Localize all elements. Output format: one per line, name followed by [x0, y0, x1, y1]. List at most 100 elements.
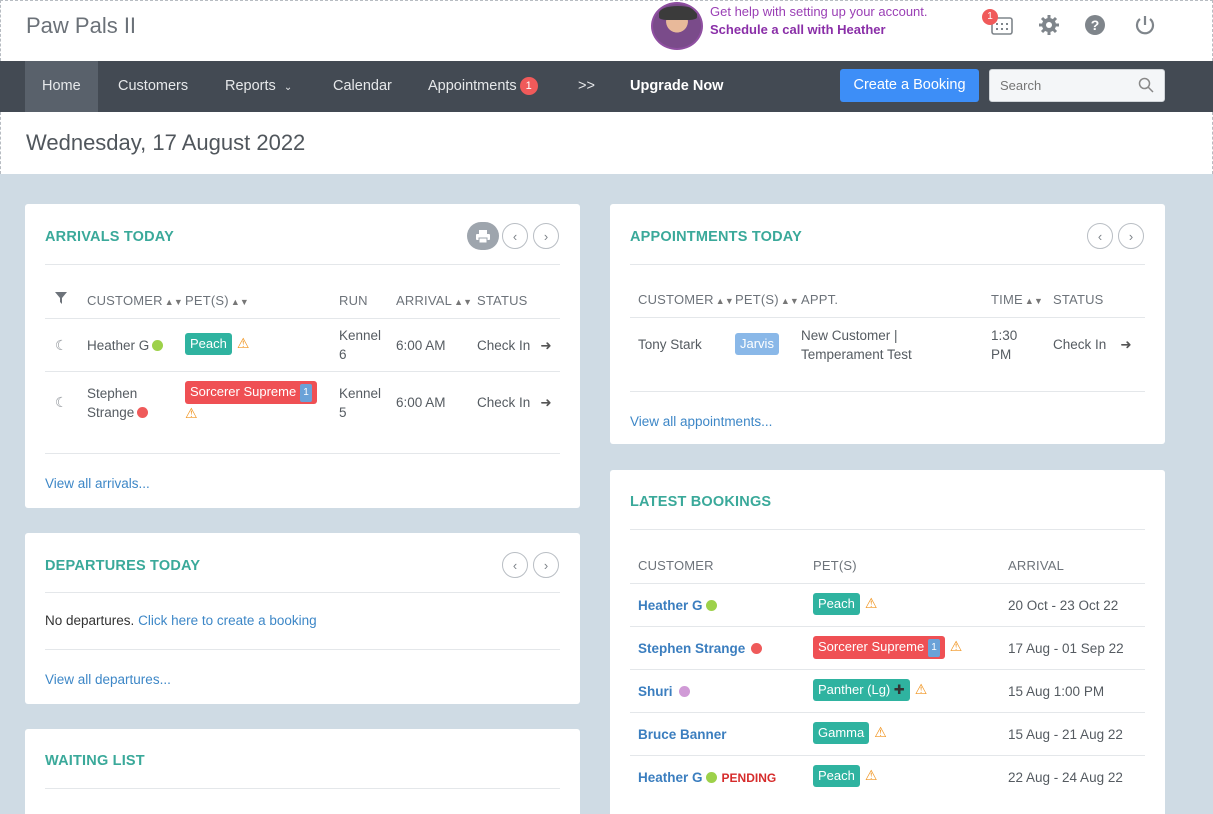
arrow-right-icon: ➜ — [540, 338, 552, 353]
col-pets[interactable]: PET(S) ▲▼ — [735, 292, 799, 307]
search-box — [989, 69, 1165, 102]
power-icon[interactable] — [1133, 13, 1157, 37]
nav-reports[interactable]: Reports ⌄ — [225, 61, 292, 112]
col-time-label: TIME — [991, 292, 1023, 307]
divider — [45, 788, 560, 789]
pet-badge[interactable]: Gamma — [813, 722, 870, 744]
check-in-button[interactable]: Check In ➜ — [477, 336, 552, 355]
booking-customer[interactable]: Shuri — [638, 682, 690, 701]
pet-cell: Jarvis — [735, 333, 779, 355]
col-pets[interactable]: PET(S) ▲▼ — [185, 293, 249, 308]
svg-text:?: ? — [1091, 17, 1100, 33]
status-dot — [705, 772, 717, 783]
col-arrival[interactable]: ARRIVAL ▲▼ — [396, 293, 472, 308]
no-departures-label: No departures. — [45, 613, 135, 628]
booking-customer[interactable]: Stephen Strange — [638, 639, 763, 658]
divider — [630, 264, 1145, 265]
appointments-title: APPOINTMENTS TODAY — [630, 229, 802, 245]
top-bar: Paw Pals II Get help with setting up you… — [0, 0, 1213, 61]
check-in-button[interactable]: Check In ➜ — [477, 393, 552, 412]
pet-badge[interactable]: Sorcerer Supreme 1 — [813, 636, 945, 659]
appointment-time: 1:30 PM — [991, 328, 1018, 362]
help-box[interactable]: Get help with setting up your account. S… — [651, 1, 928, 51]
col-arrival-label: ARRIVAL — [396, 293, 453, 308]
nav-customers[interactable]: Customers — [118, 61, 188, 112]
divider — [630, 583, 1145, 584]
divider — [630, 755, 1145, 756]
booking-customer-name: Stephen Strange — [638, 641, 746, 656]
print-icon[interactable] — [467, 222, 499, 250]
pet-cell: Panther (Lg) ✚ ⚠ — [813, 679, 927, 701]
main-nav: Home Customers Reports ⌄ Calendar Appoin… — [0, 61, 1213, 112]
prev-day-button[interactable]: ‹ — [502, 223, 528, 249]
col-time[interactable]: TIME ▲▼ — [991, 292, 1043, 307]
booking-dates: 20 Oct - 23 Oct 22 — [1008, 598, 1119, 613]
divider — [45, 264, 560, 265]
booking-customer[interactable]: Bruce Banner — [638, 725, 727, 744]
next-day-button[interactable]: › — [533, 552, 559, 578]
customer-name[interactable]: Heather G — [87, 336, 164, 355]
pet-cell: Peach ⚠ — [185, 333, 249, 355]
col-customer[interactable]: CUSTOMER ▲▼ — [87, 293, 183, 308]
help-text: Get help with setting up your account. — [710, 4, 928, 19]
nav-upgrade[interactable]: Upgrade Now — [630, 61, 723, 112]
nav-more[interactable]: >> — [578, 61, 595, 112]
view-all-arrivals-link[interactable]: View all arrivals... — [45, 474, 150, 493]
warning-icon: ⚠ — [949, 638, 963, 654]
calendar-icon[interactable]: 1 — [982, 9, 1014, 37]
warning-icon: ⚠ — [864, 767, 878, 783]
info-icon: 1 — [300, 384, 312, 402]
pet-badge[interactable]: Jarvis — [735, 333, 779, 355]
prev-day-button[interactable]: ‹ — [1087, 223, 1113, 249]
warning-icon: ⚠ — [874, 724, 887, 740]
status-dot — [152, 340, 164, 351]
col-customer[interactable]: CUSTOMER ▲▼ — [638, 292, 734, 307]
col-pets-label: PET(S) — [185, 293, 229, 308]
warning-icon: ⚠ — [236, 335, 250, 351]
filter-icon[interactable] — [55, 292, 67, 307]
customer-name[interactable]: Tony Stark — [638, 335, 702, 354]
pet-badge[interactable]: Peach — [185, 333, 232, 355]
booking-customer[interactable]: Heather G PENDING — [638, 768, 776, 788]
gear-icon[interactable] — [1037, 13, 1061, 37]
view-all-departures-link[interactable]: View all departures... — [45, 670, 171, 689]
schedule-call-link[interactable]: Schedule a call with Heather — [710, 21, 928, 39]
arrow-right-icon: ➜ — [540, 395, 552, 410]
arrival-time: 6:00 AM — [396, 395, 446, 410]
pet-badge[interactable]: Panther (Lg) ✚ — [813, 679, 910, 701]
nav-appointments[interactable]: Appointments 1 — [428, 61, 538, 112]
view-all-appointments-link[interactable]: View all appointments... — [630, 412, 772, 431]
latest-bookings-panel: LATEST BOOKINGS CUSTOMER PET(S) ARRIVAL … — [610, 470, 1165, 814]
create-booking-button[interactable]: Create a Booking — [840, 69, 979, 102]
nav-appointments-label: Appointments — [428, 78, 517, 94]
create-booking-link[interactable]: Click here to create a booking — [138, 613, 317, 628]
moon-icon: ☾ — [55, 394, 68, 410]
pet-cell: Sorcerer Supreme 1 ⚠ — [813, 636, 962, 659]
col-pets-label: PET(S) — [735, 292, 779, 307]
search-input[interactable] — [990, 70, 1130, 101]
search-icon[interactable] — [1138, 77, 1154, 96]
col-customer: CUSTOMER — [638, 558, 714, 573]
arrivals-panel: ARRIVALS TODAY ‹ › CUSTOMER ▲▼ PET(S) ▲▼ R… — [25, 204, 580, 508]
pet-badge[interactable]: Sorcerer Supreme 1 — [185, 381, 317, 404]
nav-home[interactable]: Home — [25, 61, 98, 112]
pet-badge[interactable]: Peach — [813, 593, 860, 615]
departures-title: DEPARTURES TODAY — [45, 558, 201, 574]
prev-day-button[interactable]: ‹ — [502, 552, 528, 578]
booking-dates: 22 Aug - 24 Aug 22 — [1008, 770, 1123, 785]
col-appt: APPT. — [801, 292, 839, 307]
run-cell: Kennel 5 — [339, 386, 382, 420]
check-in-button[interactable]: Check In ➜ — [1053, 335, 1132, 354]
next-day-button[interactable]: › — [533, 223, 559, 249]
help-icon[interactable]: ? — [1083, 13, 1107, 37]
waiting-list-title: WAITING LIST — [45, 753, 145, 769]
next-day-button[interactable]: › — [1118, 223, 1144, 249]
booking-customer[interactable]: Heather G — [638, 596, 717, 615]
divider — [630, 391, 1145, 392]
divider — [630, 712, 1145, 713]
pet-badge[interactable]: Peach — [813, 765, 860, 787]
status-dot — [751, 643, 763, 654]
customer-name[interactable]: Stephen Strange — [87, 384, 177, 422]
nav-calendar[interactable]: Calendar — [333, 61, 392, 112]
departures-panel: DEPARTURES TODAY ‹ › No departures. Clic… — [25, 533, 580, 704]
